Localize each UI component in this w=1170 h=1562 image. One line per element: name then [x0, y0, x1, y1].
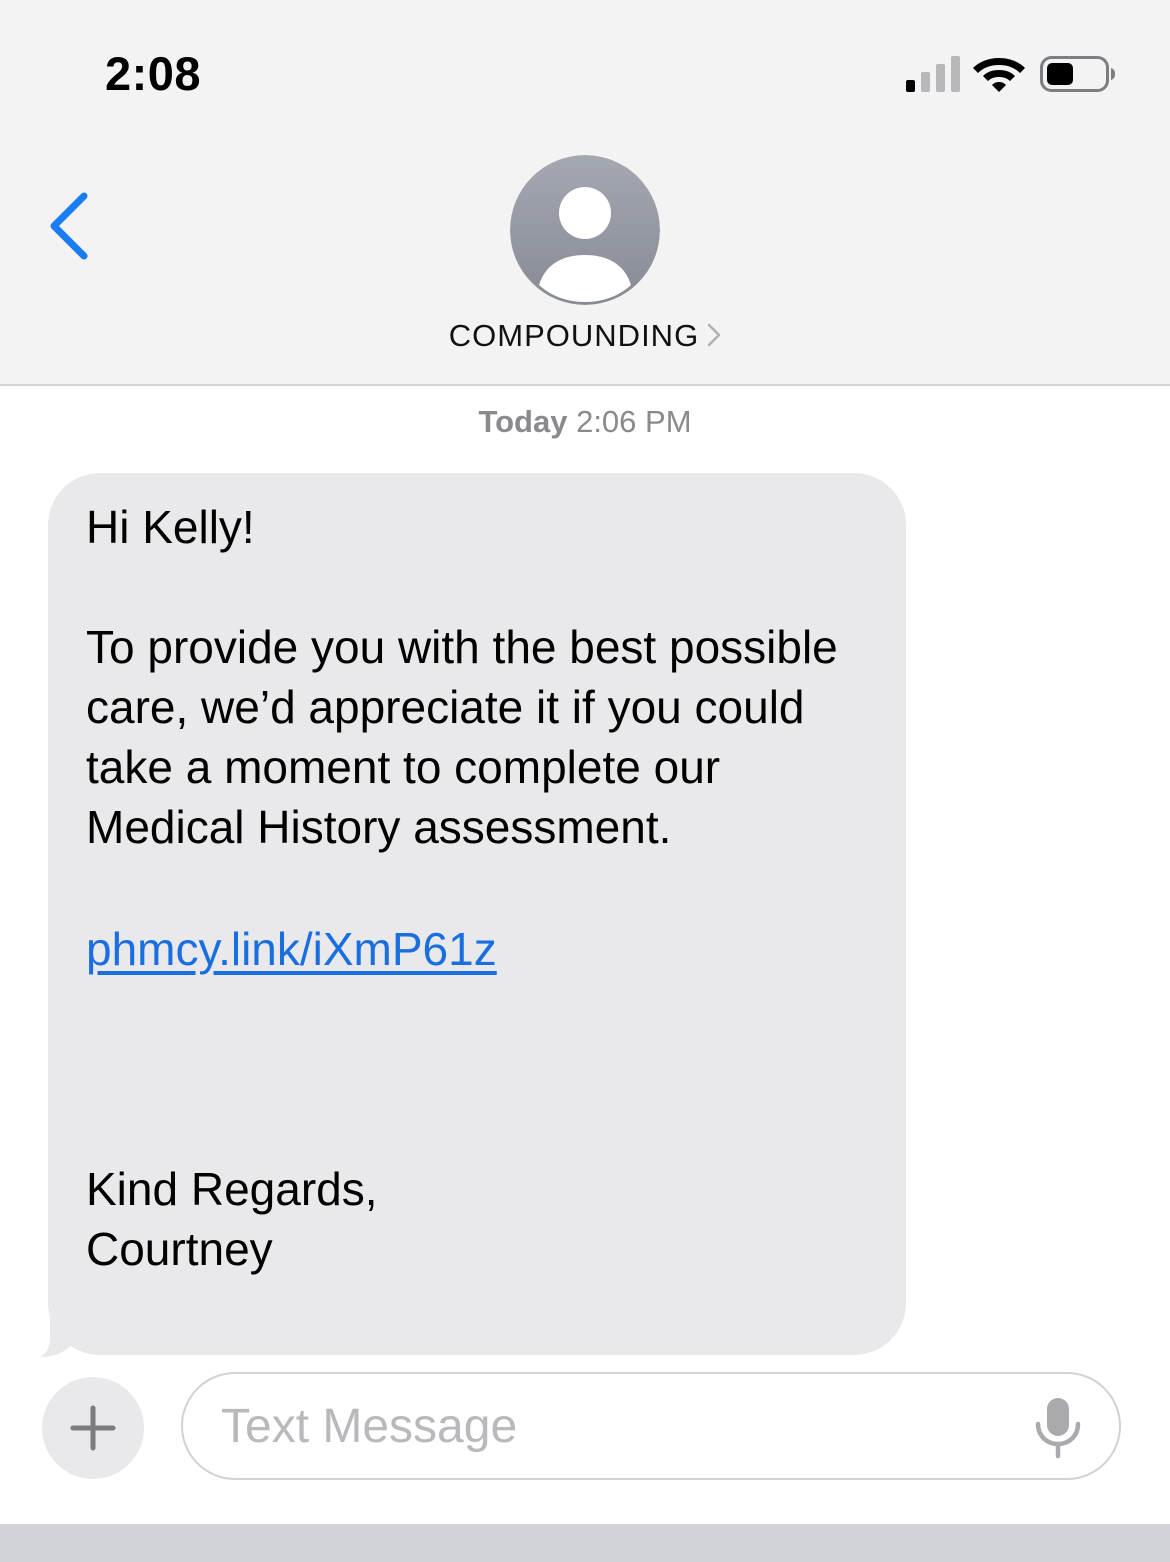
- contact-avatar[interactable]: [510, 155, 660, 305]
- conversation-header: 2:08 COMPOUNDING: [0, 0, 1170, 386]
- timestamp-day: Today: [478, 404, 568, 439]
- incoming-message-bubble[interactable]: Hi Kelly! To provide you with the best p…: [48, 473, 906, 1355]
- cellular-signal-icon: [906, 56, 960, 92]
- add-attachment-button[interactable]: [42, 1377, 144, 1479]
- battery-icon: [1040, 56, 1115, 92]
- wifi-icon: [973, 58, 1025, 92]
- message-timestamp: Today 2:06 PM: [0, 404, 1170, 440]
- plus-icon: [70, 1405, 116, 1451]
- timestamp-time: 2:06 PM: [576, 404, 692, 439]
- message-link[interactable]: phmcy.link/iXmP61z: [86, 919, 497, 979]
- contact-name-button[interactable]: COMPOUNDING: [0, 318, 1170, 354]
- microphone-icon[interactable]: [1030, 1396, 1086, 1460]
- message-signature: Courtney: [86, 1223, 273, 1275]
- message-body: To provide you with the best possible ca…: [86, 621, 838, 853]
- contact-name: COMPOUNDING: [448, 318, 700, 353]
- chevron-right-icon: [707, 323, 721, 347]
- message-greeting: Hi Kelly!: [86, 501, 255, 553]
- back-chevron-icon[interactable]: [40, 188, 100, 268]
- keyboard-edge: [0, 1524, 1170, 1562]
- status-time: 2:08: [105, 47, 202, 100]
- message-closing: Kind Regards,: [86, 1163, 378, 1215]
- text-message-input[interactable]: [181, 1372, 1121, 1480]
- person-avatar-icon: [510, 155, 660, 305]
